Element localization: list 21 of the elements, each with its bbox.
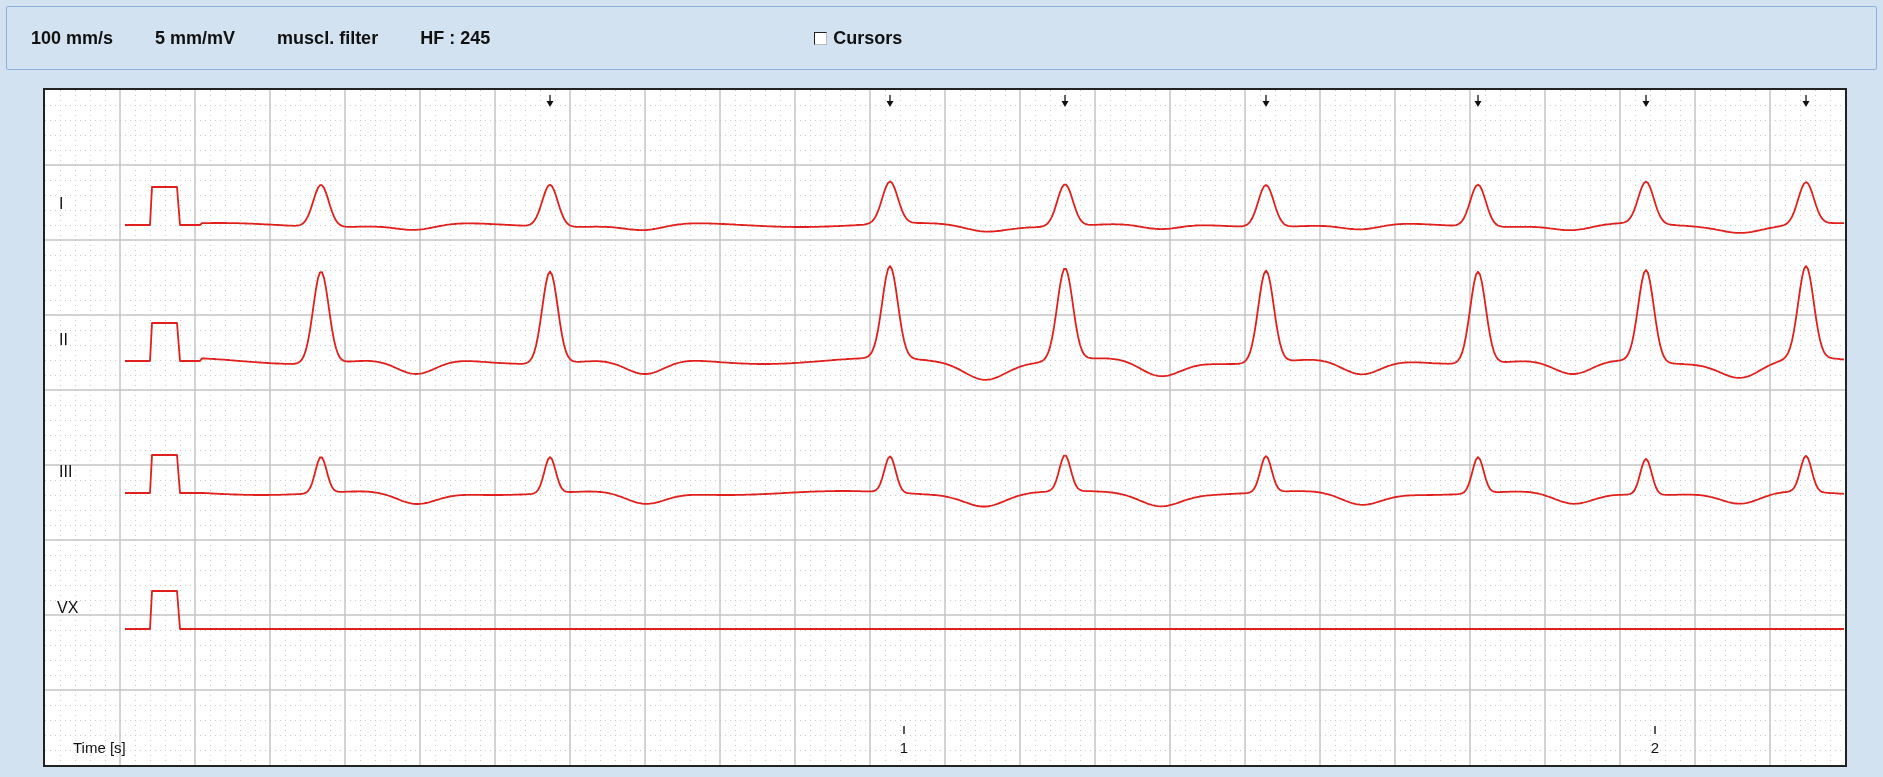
beat-marker-icon bbox=[1262, 94, 1270, 107]
cursors-checkbox[interactable]: Cursors bbox=[814, 27, 903, 49]
beat-marker-icon bbox=[1474, 94, 1482, 107]
tick-label: 1 bbox=[899, 739, 909, 756]
beat-marker-icon bbox=[1642, 94, 1650, 107]
time-axis-label: Time [s] bbox=[73, 739, 126, 756]
setting-label: 5 mm/mV bbox=[155, 27, 236, 49]
setting-label: HF : 245 bbox=[420, 27, 491, 49]
beat-marker-icon bbox=[886, 94, 894, 107]
beat-marker-icon bbox=[1802, 94, 1810, 107]
beat-marker-icon bbox=[546, 94, 554, 107]
setting-label: muscl. filter bbox=[277, 27, 379, 49]
tick-mark bbox=[1654, 725, 1656, 735]
tick-mark bbox=[903, 725, 905, 735]
lead-label: II bbox=[59, 331, 68, 348]
lead-label: VX bbox=[57, 599, 79, 616]
lead-label: I bbox=[59, 195, 64, 212]
tick-label: 2 bbox=[1650, 739, 1660, 756]
setting-label: 100 mm/s bbox=[31, 27, 114, 49]
lead-label: III bbox=[59, 463, 73, 480]
beat-marker-icon bbox=[1061, 94, 1069, 107]
